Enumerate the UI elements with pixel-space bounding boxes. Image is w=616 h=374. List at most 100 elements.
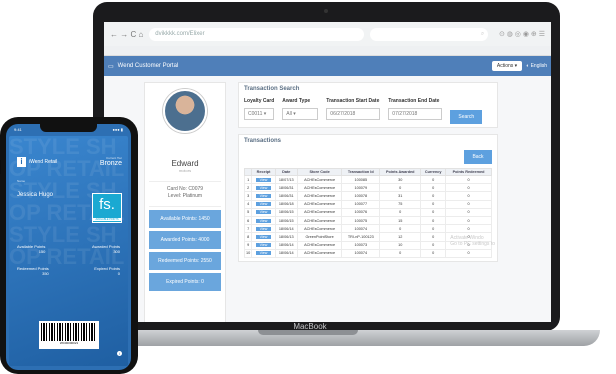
info-icon[interactable]: i [117,351,122,356]
table-cell: 0 [445,174,492,185]
column-header[interactable]: Store Code [296,168,343,176]
signal-icon: ●●● ▮ [112,127,123,132]
table-cell: 2 [243,183,253,193]
bookmarks-bar [104,46,551,56]
view-receipt-button[interactable]: View [255,185,272,190]
table-cell: 7 [243,224,253,234]
table-row: 3 View 18/06/31 ACHEsCommerce 100078 31 0 0 [243,191,492,201]
award-type-select[interactable]: All ▾ [282,108,319,120]
fs-logo-caption: AVAILABLE POINTS [93,218,121,221]
tier-value: Bronze [99,160,122,167]
awarded-points: Awarded Points 300 [92,244,120,254]
table-cell: View [251,207,276,217]
language-selector[interactable]: ◐ English [526,63,547,69]
label: Expired Points [94,266,120,271]
browser-extension-icons[interactable]: ⊙ ◍ ◎ ◉ ⊕ ☰ [499,30,545,38]
table-cell: ACHEsCommerce [296,207,343,217]
award-type-filter: Award Type All ▾ [282,98,319,124]
table-cell: 0 [445,183,492,193]
member-name: Jessica Hugo [17,192,54,198]
barcode: WC00000021 [39,321,99,349]
expired-points-button[interactable]: Expired Points: 0 [149,273,221,291]
table-row: 10 View 18/06/14 ACHEsCommerce 100074 0 0 0 [243,248,492,258]
redeemed-points-button[interactable]: Redeemed Points: 2550 [149,252,221,270]
view-receipt-button[interactable]: View [255,226,272,231]
column-header[interactable]: Currency [420,168,447,176]
main-panel: Transaction Search Loyalty Card C0011 ▾ A… [238,82,498,322]
card-number: Card No: C0079 [166,186,204,192]
field-label: Transaction Start Date [326,98,380,104]
table-cell: 100073 [341,240,381,250]
panel-title: Transactions [244,138,282,144]
table-cell: View [251,248,276,258]
available-points-button[interactable]: Available Points: 1450 [149,210,221,228]
back-button[interactable]: Back [464,150,492,164]
barcode-number: WC00000021 [59,341,79,345]
view-receipt-button[interactable]: View [255,234,272,239]
column-header[interactable]: Date [274,168,298,176]
table-cell: 0 [420,215,447,226]
table-cell: 0 [445,207,492,217]
table-cell: 0 [420,199,447,209]
view-receipt-button[interactable]: View [255,251,272,256]
status-time: 9:41 [14,127,22,132]
column-header[interactable]: Points Redeemed [445,168,492,176]
table-cell: 18/06/15 [274,207,298,217]
column-header[interactable] [243,168,253,176]
table-cell: 0 [420,207,447,217]
table-cell: View [251,232,276,242]
card-header: i iWend Retail Current Tier Bronze [9,136,128,167]
search-bar[interactable]: ⌕ [370,27,489,41]
table-cell: 100074 [341,224,381,234]
table-cell: 0 [379,183,422,193]
view-receipt-button[interactable]: View [255,202,272,207]
table-cell: 18/06/15 [274,215,298,226]
watermark: Activate Windo Go to PC settings to [450,235,495,247]
table-row: 1 View 18/07/13 ACHEsCommerce 100085 30 0 0 [243,174,492,185]
table-cell: 0 [445,191,492,201]
member-level: Level: Platinum [167,193,203,199]
table-cell: 10 [379,240,422,250]
table-cell: 0 [379,207,422,217]
table-cell: View [251,240,276,250]
start-date-input[interactable]: 06/27/2018 [326,108,381,120]
table-cell: 100076 [341,207,381,217]
table-cell: View [251,199,276,209]
column-header[interactable]: Transaction Id [341,168,381,176]
fs-logo: fs. AVAILABLE POINTS [92,193,122,223]
table-cell: 0 [445,224,492,234]
value: 0 [117,271,120,276]
view-receipt-button[interactable]: View [255,218,272,223]
table-cell: View [251,224,276,234]
field-label: Loyalty Card [244,98,275,104]
view-receipt-button[interactable]: View [255,193,272,198]
profile-subtitle: motors [178,168,192,173]
loyalty-card-select[interactable]: C0011 ▾ [244,108,274,120]
browser-nav-icons[interactable]: ← → C ⌂ [110,30,143,39]
table-cell: ACHEsCommerce [296,248,343,258]
table-cell: 18/06/13 [274,232,298,242]
table-cell: 6 [243,215,253,226]
redeemed-points: Redeemed Points 350 [17,266,49,276]
search-button[interactable]: Search [450,110,483,124]
view-receipt-button[interactable]: View [255,177,272,182]
view-receipt-button[interactable]: View [255,243,272,248]
phone-notch [40,124,97,132]
avatar [163,89,207,133]
awarded-points-button[interactable]: Awarded Points: 4000 [149,231,221,249]
table-cell: 18/06/14 [274,248,298,258]
tier-label: Current Tier [106,156,122,160]
address-bar[interactable]: dvikkkk.com/Elixer [149,27,365,41]
table-cell: 15 [379,215,422,226]
table-cell: 0 [445,248,492,258]
laptop-brand: MacBook [293,322,327,331]
actions-button[interactable]: Actions ▾ [491,61,523,71]
end-date-input[interactable]: 07/27/2018 [388,108,443,120]
view-receipt-button[interactable]: View [255,210,272,215]
column-header[interactable]: Points Awarded [379,168,422,176]
app-header: ▭ Wend Customer Portal Actions ▾ ◐ Engli… [104,56,551,76]
column-header[interactable]: Receipt [251,168,276,176]
barcode-bars [41,323,97,341]
profile-info: Card No: C0079 Level: Platinum [149,181,221,207]
table-cell: 18/06/14 [274,224,298,234]
